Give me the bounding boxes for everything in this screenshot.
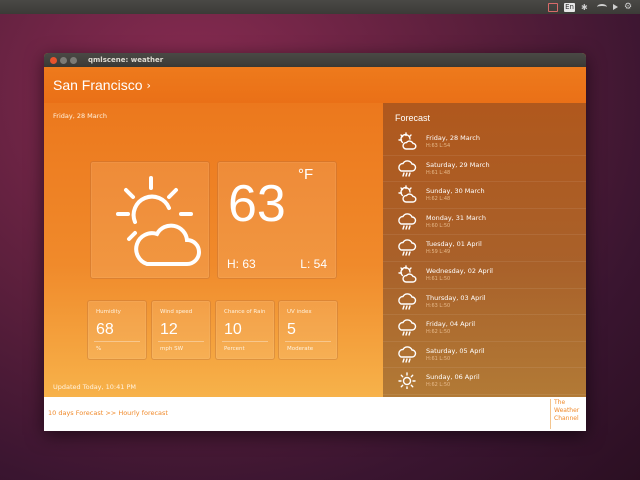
low-temperature: L: 54 [300,257,327,271]
rain-cloud-icon [398,159,417,177]
high-temperature: H: 63 [227,257,256,271]
forecast-item[interactable]: Wednesday, 02 April H:61 L:50 [383,262,586,289]
forecast-high-low: H:62 L:50 [426,329,451,336]
forecast-item[interactable]: Monday, 31 March H:60 L:50 [383,209,586,236]
footer-links: 10 days Forecast >> Hourly forecast [48,409,168,417]
network-icon[interactable] [597,4,607,10]
forecast-day: Wednesday, 02 April [426,266,493,275]
uv-index-tile: UV index 5 Moderate [278,300,338,360]
temperature-unit[interactable]: °F [298,166,313,183]
forecast-day: Monday, 31 March [426,213,486,222]
brand-line: The [554,399,566,406]
forecast-title: Forecast [395,113,431,123]
forecast-item[interactable]: Sunday, 30 March H:62 L:48 [383,182,586,209]
updated-timestamp: Updated Today, 10:41 PM [53,383,136,391]
forecast-item[interactable]: Saturday, 29 March H:61 L:48 [383,156,586,183]
bluetooth-icon[interactable]: ✱ [581,3,591,12]
stat-label: Wind speed [160,309,193,315]
location-header[interactable]: San Francisco › [44,67,586,103]
forecast-day: Sunday, 06 April [426,373,480,382]
minimize-button[interactable] [60,56,67,64]
partly-cloudy-icon [116,176,201,266]
forecast-high-low: H:59 L:49 [426,249,451,256]
ten-day-forecast-link[interactable]: 10 days Forecast [48,409,103,417]
forecast-high-low: H:63 L:50 [426,302,451,309]
divider [285,341,331,342]
keyboard-layout-icon[interactable]: En [564,2,575,12]
forecast-day: Sunday, 30 March [426,187,485,196]
current-temperature: 63 [228,175,286,233]
forecast-panel: Forecast Friday, 28 March H:63 L:54 Saturd… [383,103,586,397]
forecast-item[interactable]: Saturday, 05 April H:61 L:50 [383,342,586,369]
forecast-day: Friday, 04 April [426,320,476,329]
current-date: Friday, 28 March [53,112,107,120]
maximize-button[interactable] [70,56,77,64]
rain-cloud-icon [398,292,417,310]
stat-unit: Moderate [287,346,314,352]
stat-label: Humidity [96,309,121,315]
gear-icon[interactable]: ⚙ [624,2,634,12]
forecast-day: Saturday, 29 March [426,160,490,169]
window-title: qmlscene: weather [88,56,164,64]
forecast-high-low: H:63 L:54 [426,143,451,149]
divider [158,341,204,342]
stat-unit: Percent [224,346,245,352]
divider [94,341,140,342]
forecast-high-low: H:62 L:50 [426,382,451,389]
separator: >> [105,409,117,417]
forecast-item[interactable]: Tuesday, 01 April H:59 L:49 [383,235,586,262]
forecast-high-low: H:61 L:48 [426,169,451,176]
forecast-high-low: H:61 L:50 [426,355,451,362]
partly-cloudy-icon [398,265,417,283]
sun-icon [398,372,416,390]
forecast-high-low: H:60 L:50 [426,222,451,229]
forecast-day: Tuesday, 01 April [426,240,482,249]
chevron-right-icon[interactable]: › [146,79,150,92]
mail-indicator-icon[interactable] [548,2,558,12]
rain-cloud-icon [398,213,417,230]
city-name[interactable]: San Francisco [53,77,142,93]
forecast-high-low: H:62 L:48 [426,196,451,203]
divider [222,341,268,342]
rain-cloud-icon [398,319,417,336]
stat-value: 10 [224,321,242,338]
forecast-item[interactable]: Thursday, 03 April H:63 L:50 [383,289,586,316]
footer-bar: 10 days Forecast >> Hourly forecast The … [44,397,586,431]
partly-cloudy-icon [398,185,417,203]
rain-cloud-icon [398,345,417,363]
forecast-high-low: H:61 L:50 [426,275,451,282]
weather-window: qmlscene: weather San Francisco › Friday… [44,53,586,431]
temperature-tile: 63 °F H: 63 L: 54 [217,161,337,279]
window-titlebar[interactable]: qmlscene: weather [44,53,586,67]
condition-tile [90,161,210,279]
forecast-item[interactable]: Friday, 28 March H:63 L:54 [383,129,586,156]
humidity-tile: Humidity 68 % [87,300,147,360]
top-panel: En ✱ ⚙ [0,0,640,14]
brand-line: Weather [554,407,580,414]
stat-value: 68 [96,321,114,338]
stat-label: Chance of Rain [224,309,266,315]
stat-value: 5 [287,321,296,338]
stat-unit: % [96,346,102,352]
close-button[interactable] [50,56,57,64]
brand-line: Channel [554,415,579,422]
chance-of-rain-tile: Chance of Rain 10 Percent [215,300,275,360]
forecast-item[interactable]: Friday, 04 April H:62 L:50 [383,315,586,342]
forecast-list[interactable]: Friday, 28 March H:63 L:54 Saturday, 29 Ma… [383,129,586,395]
stat-label: UV index [287,309,312,315]
volume-icon[interactable] [613,4,618,10]
stat-unit: mph SW [160,346,184,352]
hourly-forecast-link[interactable]: Hourly forecast [118,409,168,417]
forecast-item[interactable]: Sunday, 06 April H:62 L:50 [383,368,586,395]
forecast-day: Friday, 28 March [426,134,480,142]
rain-cloud-icon [398,239,417,257]
wind-speed-tile: Wind speed 12 mph SW [151,300,211,360]
forecast-day: Saturday, 05 April [426,346,485,355]
stat-value: 12 [160,321,178,338]
current-weather-panel: Friday, 28 March 63 °F H: 63 L: 54 Humid… [44,103,383,397]
partly-cloudy-icon [398,132,417,150]
weather-channel-logo[interactable]: The Weather Channel [550,399,580,429]
forecast-day: Thursday, 03 April [426,293,486,302]
